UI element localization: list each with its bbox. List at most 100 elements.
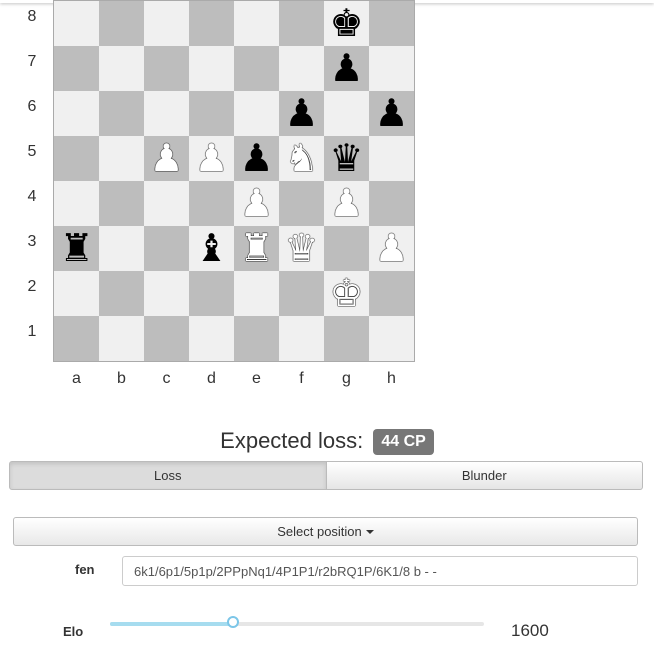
- square-c8[interactable]: [144, 1, 189, 46]
- square-f1[interactable]: [279, 316, 324, 361]
- black-king-icon[interactable]: ♚: [324, 1, 369, 46]
- square-h5[interactable]: [369, 136, 414, 181]
- square-c2[interactable]: [144, 271, 189, 316]
- black-pawn-icon[interactable]: ♟: [234, 136, 279, 181]
- tab-blunder[interactable]: Blunder: [326, 461, 643, 490]
- file-label: c: [162, 370, 171, 387]
- rank-label: 1: [27, 323, 37, 340]
- file-label: a: [72, 370, 81, 387]
- square-a6[interactable]: [54, 91, 99, 136]
- square-e5[interactable]: ♟: [234, 136, 279, 181]
- square-f8[interactable]: [279, 1, 324, 46]
- square-h8[interactable]: [369, 1, 414, 46]
- black-rook-icon[interactable]: ♜: [54, 226, 99, 271]
- black-queen-icon[interactable]: ♛: [324, 136, 369, 181]
- expected-loss: Expected loss: 44 CP: [0, 428, 654, 457]
- square-e4[interactable]: ♟: [234, 181, 279, 226]
- white-pawn-icon[interactable]: ♟: [144, 136, 189, 181]
- square-d5[interactable]: ♟: [189, 136, 234, 181]
- square-d7[interactable]: [189, 46, 234, 91]
- square-h6[interactable]: ♟: [369, 91, 414, 136]
- black-pawn-icon[interactable]: ♟: [369, 91, 414, 136]
- square-b6[interactable]: [99, 91, 144, 136]
- square-f6[interactable]: ♟: [279, 91, 324, 136]
- file-label: h: [387, 370, 396, 387]
- black-pawn-icon[interactable]: ♟: [324, 46, 369, 91]
- rank-label: 8: [27, 8, 37, 25]
- square-b1[interactable]: [99, 316, 144, 361]
- tab-loss[interactable]: Loss: [9, 461, 327, 490]
- square-f7[interactable]: [279, 46, 324, 91]
- white-pawn-icon[interactable]: ♟: [189, 136, 234, 181]
- elo-slider[interactable]: [110, 616, 484, 628]
- square-e3[interactable]: ♜: [234, 226, 279, 271]
- square-h4[interactable]: [369, 181, 414, 226]
- white-king-icon[interactable]: ♚: [324, 271, 369, 316]
- square-a5[interactable]: [54, 136, 99, 181]
- file-label: d: [207, 370, 216, 387]
- square-e7[interactable]: [234, 46, 279, 91]
- square-g1[interactable]: [324, 316, 369, 361]
- square-c6[interactable]: [144, 91, 189, 136]
- square-a8[interactable]: [54, 1, 99, 46]
- elo-slider-fill: [110, 622, 234, 626]
- square-c3[interactable]: [144, 226, 189, 271]
- square-a3[interactable]: ♜: [54, 226, 99, 271]
- square-g3[interactable]: [324, 226, 369, 271]
- black-pawn-icon[interactable]: ♟: [279, 91, 324, 136]
- square-e8[interactable]: [234, 1, 279, 46]
- fen-input[interactable]: [122, 556, 638, 586]
- square-b7[interactable]: [99, 46, 144, 91]
- square-h7[interactable]: [369, 46, 414, 91]
- square-e1[interactable]: [234, 316, 279, 361]
- square-d2[interactable]: [189, 271, 234, 316]
- rank-label: 7: [27, 53, 37, 70]
- square-g7[interactable]: ♟: [324, 46, 369, 91]
- square-e2[interactable]: [234, 271, 279, 316]
- square-g6[interactable]: [324, 91, 369, 136]
- square-b2[interactable]: [99, 271, 144, 316]
- square-a4[interactable]: [54, 181, 99, 226]
- square-f3[interactable]: ♛: [279, 226, 324, 271]
- rank-label: 4: [27, 188, 37, 205]
- square-a1[interactable]: [54, 316, 99, 361]
- square-b4[interactable]: [99, 181, 144, 226]
- square-d8[interactable]: [189, 1, 234, 46]
- elo-slider-thumb[interactable]: [227, 616, 240, 628]
- white-pawn-icon[interactable]: ♟: [324, 181, 369, 226]
- white-queen-icon[interactable]: ♛: [279, 226, 324, 271]
- white-knight-icon[interactable]: ♞: [279, 136, 324, 181]
- square-b3[interactable]: [99, 226, 144, 271]
- square-f2[interactable]: [279, 271, 324, 316]
- square-f4[interactable]: [279, 181, 324, 226]
- square-c5[interactable]: ♟: [144, 136, 189, 181]
- square-e6[interactable]: [234, 91, 279, 136]
- square-a7[interactable]: [54, 46, 99, 91]
- white-pawn-icon[interactable]: ♟: [369, 226, 414, 271]
- white-pawn-icon[interactable]: ♟: [234, 181, 279, 226]
- square-a2[interactable]: [54, 271, 99, 316]
- square-g5[interactable]: ♛: [324, 136, 369, 181]
- square-d3[interactable]: ♝: [189, 226, 234, 271]
- square-d6[interactable]: [189, 91, 234, 136]
- square-g2[interactable]: ♚: [324, 271, 369, 316]
- chess-board[interactable]: ♚ ♟ ♟ ♟ ♟ ♟ ♟ ♞ ♛ ♟ ♟ ♜ ♝ ♜ ♛ ♟ ♚: [53, 0, 415, 362]
- square-f5[interactable]: ♞: [279, 136, 324, 181]
- square-h2[interactable]: [369, 271, 414, 316]
- square-b5[interactable]: [99, 136, 144, 181]
- square-b8[interactable]: [99, 1, 144, 46]
- square-g8[interactable]: ♚: [324, 1, 369, 46]
- elo-value: 1600: [511, 621, 549, 640]
- square-c7[interactable]: [144, 46, 189, 91]
- black-bishop-icon[interactable]: ♝: [189, 226, 234, 271]
- white-rook-icon[interactable]: ♜: [234, 226, 279, 271]
- square-d1[interactable]: [189, 316, 234, 361]
- square-c4[interactable]: [144, 181, 189, 226]
- square-c1[interactable]: [144, 316, 189, 361]
- square-g4[interactable]: ♟: [324, 181, 369, 226]
- square-h1[interactable]: [369, 316, 414, 361]
- square-d4[interactable]: [189, 181, 234, 226]
- elo-label: Elo: [63, 624, 84, 639]
- select-position-button[interactable]: Select position: [13, 517, 638, 546]
- square-h3[interactable]: ♟: [369, 226, 414, 271]
